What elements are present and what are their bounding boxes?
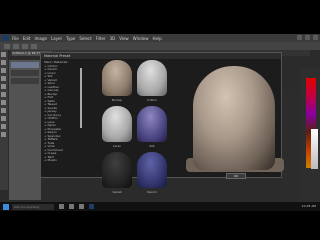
material-thumb[interactable] bbox=[102, 60, 132, 96]
file-explorer-icon[interactable] bbox=[79, 204, 84, 209]
toolbox bbox=[0, 50, 8, 190]
material-thumb[interactable] bbox=[137, 60, 167, 96]
layer-row[interactable] bbox=[11, 62, 39, 68]
material-thumb-label: Denim bbox=[147, 190, 157, 194]
minimize-icon[interactable] bbox=[297, 35, 302, 40]
material-thumb-label: Silk bbox=[149, 144, 155, 148]
eraser-tool-icon[interactable] bbox=[1, 92, 6, 97]
dialog-title: Material Preset bbox=[41, 53, 281, 59]
zoom-tool-icon[interactable] bbox=[1, 132, 6, 137]
tool-option-icon[interactable] bbox=[4, 43, 10, 49]
layer-row[interactable] bbox=[11, 70, 39, 76]
material-thumb[interactable] bbox=[137, 106, 167, 142]
brush-tool-icon[interactable] bbox=[1, 84, 6, 89]
menu-layer[interactable]: Layer bbox=[51, 36, 62, 41]
photoshop-logo-icon bbox=[2, 35, 9, 41]
layers-panel bbox=[9, 60, 41, 200]
gradient-tool-icon[interactable] bbox=[1, 100, 6, 105]
color-slider[interactable] bbox=[311, 129, 318, 169]
menu-3d[interactable]: 3D bbox=[110, 36, 116, 41]
crop-tool-icon[interactable] bbox=[1, 76, 6, 81]
material-thumb[interactable] bbox=[102, 106, 132, 142]
taskbar-search-input[interactable]: Ask me anything bbox=[12, 203, 54, 210]
menu-select[interactable]: Select bbox=[79, 36, 91, 41]
menu-type[interactable]: Type bbox=[66, 36, 75, 41]
marquee-tool-icon[interactable] bbox=[1, 60, 6, 65]
menu-window[interactable]: Window bbox=[133, 36, 149, 41]
windows-taskbar: Ask me anything 10:25 AM bbox=[0, 202, 320, 211]
menu-help[interactable]: Help bbox=[152, 36, 161, 41]
text-tool-icon[interactable] bbox=[1, 108, 6, 113]
material-thumb-label: Linen bbox=[112, 144, 122, 148]
task-view-icon[interactable] bbox=[59, 204, 64, 209]
right-panel-dock bbox=[282, 94, 300, 204]
menu-view[interactable]: View bbox=[119, 36, 129, 41]
menu-image[interactable]: Image bbox=[34, 36, 47, 41]
close-icon[interactable] bbox=[313, 35, 318, 40]
tree-scrollbar[interactable] bbox=[80, 68, 82, 128]
move-tool-icon[interactable] bbox=[1, 52, 6, 57]
taskbar-clock: 10:25 AM bbox=[301, 204, 316, 208]
material-thumb-label: Cotton bbox=[146, 98, 158, 102]
pen-tool-icon[interactable] bbox=[1, 116, 6, 121]
material-thumb-label: Burlap bbox=[112, 98, 122, 102]
material-thumb[interactable] bbox=[137, 152, 167, 188]
material-thumb[interactable] bbox=[102, 152, 132, 188]
lasso-tool-icon[interactable] bbox=[1, 68, 6, 73]
maximize-icon[interactable] bbox=[305, 35, 310, 40]
tool-option-icon[interactable] bbox=[13, 43, 19, 49]
tree-item[interactable]: + Muslin bbox=[44, 158, 84, 163]
windows-start-icon[interactable] bbox=[3, 203, 9, 210]
menu-file[interactable]: File bbox=[12, 36, 19, 41]
hand-tool-icon[interactable] bbox=[1, 124, 6, 129]
edge-browser-icon[interactable] bbox=[69, 204, 74, 209]
material-tree: Fabric Materials + Cotton + Denim + Linen + … bbox=[44, 61, 84, 176]
material-thumb-label: Velvet bbox=[112, 190, 122, 194]
ok-button[interactable]: OK bbox=[226, 173, 246, 179]
tool-option-icon[interactable] bbox=[31, 43, 37, 49]
menu-bar: File Edit Image Layer Type Select Filter… bbox=[0, 34, 320, 42]
layer-row[interactable] bbox=[11, 78, 39, 84]
material-large-preview bbox=[193, 66, 275, 170]
menu-edit[interactable]: Edit bbox=[23, 36, 31, 41]
menu-filter[interactable]: Filter bbox=[96, 36, 106, 41]
window-controls bbox=[297, 35, 318, 40]
options-bar bbox=[0, 42, 320, 50]
photoshop-taskbar-icon[interactable] bbox=[89, 204, 94, 209]
tool-option-icon[interactable] bbox=[22, 43, 28, 49]
